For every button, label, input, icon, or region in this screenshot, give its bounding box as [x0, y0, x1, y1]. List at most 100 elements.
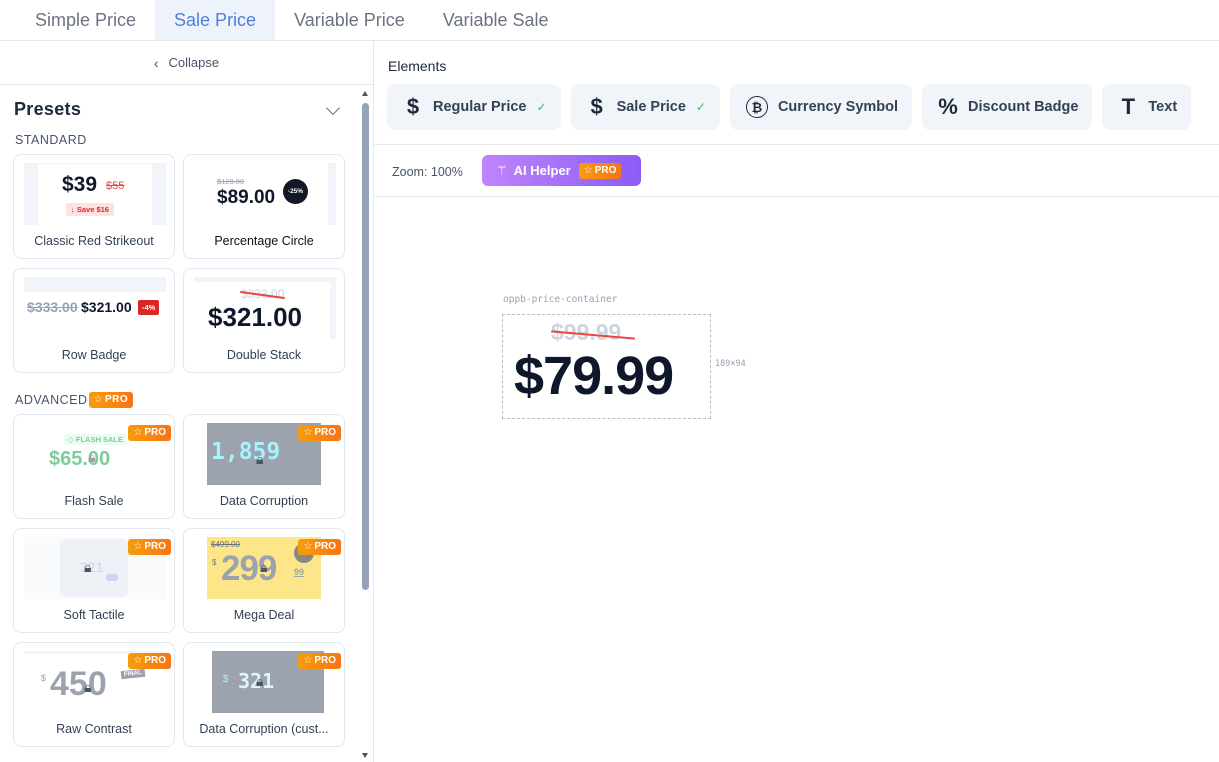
standard-section-label: STANDARD: [15, 133, 87, 147]
scroll-down-arrow-icon[interactable]: [362, 753, 368, 758]
tab-sale-price[interactable]: Sale Price: [155, 0, 276, 40]
element-label: Currency Symbol: [777, 99, 899, 115]
lock-icon: 🔒︎: [84, 679, 92, 695]
element-label: Text: [1148, 99, 1178, 115]
element-label: Sale Price: [616, 99, 686, 115]
preset-save-tag: ↓ Save $16: [66, 203, 114, 216]
ai-helper-button[interactable]: ⚚ AI Helper ☆ PRO: [482, 155, 641, 186]
presets-title: Presets: [14, 99, 82, 119]
preset-discount-badge: -4%: [138, 300, 160, 315]
lock-icon: 🔒︎: [256, 451, 264, 467]
text-icon: T: [1121, 94, 1136, 119]
preset-old-price: $499.00: [211, 540, 240, 549]
pro-badge: ☆ PRO: [298, 539, 341, 555]
preset-cents: 99: [294, 567, 305, 577]
pro-badge: ☆ PRO: [128, 425, 171, 441]
preset-price: $321.00: [81, 299, 132, 315]
chevron-left-icon: ‹: [153, 54, 159, 71]
preset-old-price: $333.00: [27, 299, 78, 315]
element-regular-price-button[interactable]: $ Regular Price ✓: [387, 84, 561, 130]
preset-data-corruption-custom[interactable]: $ 321 🔒︎ ☆ PRO Data Corruption (cust...: [183, 642, 345, 747]
price-container[interactable]: $99.99 $79.99: [502, 314, 711, 419]
preset-mega-deal[interactable]: $499.00 $ 299 99 🔒︎ ☆ PRO Mega Deal: [183, 528, 345, 633]
elements-label: Elements: [388, 58, 447, 74]
preset-name: Percentage Circle: [214, 234, 314, 248]
pro-badge: ☆ PRO: [128, 653, 171, 669]
container-dimensions: 189×94: [715, 359, 746, 369]
preset-thumbnail: $120.00 $89.00 -25%: [194, 163, 336, 225]
preset-classic-red-strikeout[interactable]: $39 $55 ↓ Save $16 Classic Red Strikeout: [13, 154, 175, 259]
preset-price: $39: [62, 173, 98, 196]
tab-variable-sale[interactable]: Variable Sale: [424, 0, 568, 40]
pro-badge: ☆ PRO: [298, 653, 341, 669]
dollar-icon: $: [406, 94, 420, 119]
preset-thumbnail: $333.00 $321.00: [194, 277, 336, 339]
element-text-button[interactable]: T Text: [1102, 84, 1192, 130]
tab-simple-price[interactable]: Simple Price: [16, 0, 155, 40]
preset-thumbnail: $333.00 $321.00 -4%: [24, 277, 166, 339]
preset-old-price: $120.00: [217, 177, 245, 186]
bitcoin-icon: ₿: [745, 96, 768, 118]
percent-icon: %: [938, 94, 958, 119]
element-discount-badge-button[interactable]: % Discount Badge: [922, 84, 1093, 130]
preset-price: $89.00: [217, 187, 276, 208]
preset-price: 450: [50, 665, 107, 703]
preset-name: Data Corruption: [219, 494, 309, 508]
preview-canvas[interactable]: oppb-price-container $99.99 $79.99 189×9…: [374, 198, 1219, 762]
preset-name: Raw Contrast: [56, 722, 132, 736]
preset-price: $321.00: [208, 302, 302, 332]
pro-badge: ☆ PRO: [578, 162, 622, 179]
preset-row-badge[interactable]: $333.00 $321.00 -4% Row Badge: [13, 268, 175, 373]
regular-price[interactable]: $99.99: [551, 319, 635, 346]
dollar-icon: $: [590, 94, 603, 119]
advanced-section-label: ADVANCED ☆ PRO: [15, 392, 134, 408]
element-sale-price-button[interactable]: $ Sale Price ✓: [570, 84, 720, 130]
preset-name: Mega Deal: [233, 608, 295, 622]
preset-discount-circle: -25%: [283, 179, 308, 204]
preset-name: Row Badge: [61, 348, 127, 362]
canvas-toolbar: Zoom: 100% ⚚ AI Helper ☆ PRO: [374, 144, 1219, 197]
zoom-level[interactable]: Zoom: 100%: [392, 165, 463, 179]
preset-old-price: $55: [106, 180, 125, 192]
magic-wand-icon: ⚚: [496, 162, 508, 178]
preset-name: Flash Sale: [64, 494, 124, 508]
element-currency-symbol-button[interactable]: ₿ Currency Symbol: [729, 84, 913, 130]
container-label: oppb-price-container: [503, 294, 618, 305]
pro-badge: ☆ PRO: [298, 425, 341, 441]
preset-flash-sale[interactable]: ◇ FLASH SALE $65.00 🔒︎ ☆ PRO Flash Sale: [13, 414, 175, 519]
scroll-up-arrow-icon[interactable]: [362, 91, 368, 96]
check-icon: ✓: [695, 100, 706, 114]
price-type-tabs: Simple Price Sale Price Variable Price V…: [0, 0, 1219, 41]
preset-percentage-circle[interactable]: $120.00 $89.00 -25% Percentage Circle: [183, 154, 345, 259]
preset-tag: FINAL: [120, 668, 146, 680]
check-icon: ✓: [536, 100, 547, 114]
sale-price[interactable]: $79.99: [514, 345, 674, 407]
sidebar-scrollbar[interactable]: [361, 89, 370, 762]
preset-soft-tactile[interactable]: 321 🔒︎ ☆ PRO Soft Tactile: [13, 528, 175, 633]
preset-raw-contrast[interactable]: $ 450 FINAL 🔒︎ ☆ PRO Raw Contrast: [13, 642, 175, 747]
lock-icon: 🔒︎: [84, 559, 92, 575]
preset-name: Soft Tactile: [63, 608, 125, 622]
preset-tag: ◇ FLASH SALE: [64, 434, 127, 445]
collapse-button[interactable]: ‹ Collapse: [0, 41, 373, 85]
ai-helper-label: AI Helper: [513, 163, 571, 178]
preset-thumbnail: $39 $55 ↓ Save $16: [24, 163, 166, 225]
chevron-down-icon: [325, 100, 341, 115]
presets-header[interactable]: Presets: [14, 99, 344, 120]
preset-name: Data Corruption (cust...: [199, 722, 329, 736]
elements-toolbar: $ Regular Price ✓ $ Sale Price ✓ ₿ Curre…: [387, 84, 1192, 130]
preset-price: $65.00: [49, 448, 111, 470]
lock-icon: 🔒︎: [260, 559, 268, 575]
editor-main: Elements $ Regular Price ✓ $ Sale Price …: [374, 41, 1219, 762]
preset-data-corruption[interactable]: 1,859 🔒︎ ☆ PRO Data Corruption: [183, 414, 345, 519]
preset-price: 299: [221, 549, 277, 588]
presets-sidebar: ‹ Collapse Presets STANDARD $39 $55 ↓ Sa…: [0, 41, 374, 762]
pro-badge: ☆ PRO: [128, 539, 171, 555]
element-label: Regular Price: [433, 99, 527, 115]
preset-name: Double Stack: [226, 348, 302, 362]
preset-price: 1,859: [211, 439, 281, 465]
tab-variable-price[interactable]: Variable Price: [275, 0, 424, 40]
scrollbar-thumb[interactable]: [362, 103, 369, 590]
element-label: Discount Badge: [968, 99, 1079, 115]
preset-double-stack[interactable]: $333.00 $321.00 Double Stack: [183, 268, 345, 373]
